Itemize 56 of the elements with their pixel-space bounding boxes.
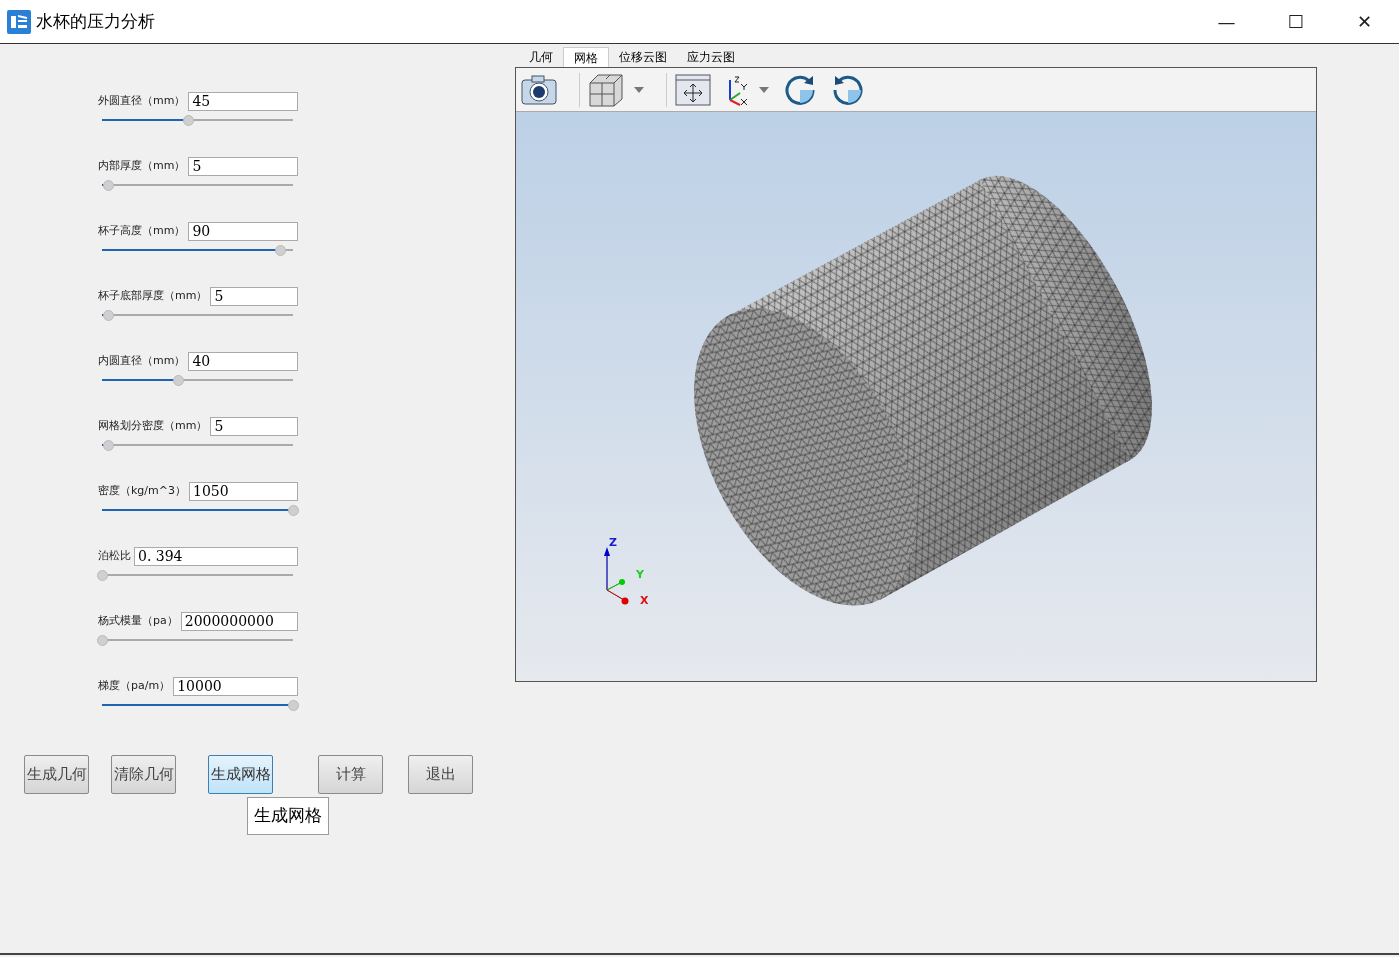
field-label: 杯子底部厚度（mm） (98, 287, 208, 304)
tooltip: 生成网格 (247, 797, 329, 835)
slider-thumb[interactable] (97, 570, 108, 581)
field-label: 内圆直径（mm） (98, 352, 186, 369)
action-button[interactable]: 生成几何 (24, 755, 89, 794)
slider-thumb[interactable] (288, 700, 299, 711)
slider-thumb[interactable] (182, 115, 194, 126)
field-label: 网格划分密度（mm） (98, 417, 208, 434)
slider-thumb[interactable] (102, 440, 114, 451)
maximize-button[interactable]: ☐ (1261, 0, 1330, 44)
tab[interactable]: 网格 (563, 47, 609, 67)
cube-icon (588, 72, 624, 107)
action-button[interactable]: 退出 (408, 755, 473, 794)
camera-icon (521, 74, 557, 105)
fit-view-button[interactable] (675, 73, 711, 106)
value-field[interactable]: 5 (210, 286, 298, 306)
axis-label: X (640, 595, 649, 606)
app-icon (7, 9, 31, 34)
slider-thumb[interactable] (274, 245, 286, 256)
action-button[interactable]: 生成网格 (208, 755, 273, 794)
field-label: 梯度（pa/m） (98, 677, 171, 694)
field-label: 内部厚度（mm） (98, 157, 186, 174)
field-label: 外圆直径（mm） (98, 92, 186, 109)
tab[interactable]: 应力云图 (677, 47, 745, 67)
slider-thumb[interactable] (102, 310, 114, 321)
window-title: 水杯的压力分析 (36, 9, 155, 33)
value-field[interactable]: 45 (188, 91, 298, 111)
slider-thumb[interactable] (102, 180, 114, 191)
field-label: 杯子高度（mm） (98, 222, 186, 239)
slider-thumb[interactable] (288, 505, 299, 516)
3d-viewport[interactable]: Z Y X (516, 112, 1316, 681)
axis-label: Y (636, 569, 644, 580)
value-field[interactable]: 0. 394 (134, 546, 298, 566)
value-field[interactable]: 5 (210, 416, 298, 436)
close-button[interactable]: ✕ (1330, 0, 1399, 44)
field-label: 泊松比 (98, 547, 131, 564)
value-field[interactable]: 40 (188, 351, 298, 371)
value-field[interactable]: 2000000000 (180, 611, 298, 631)
slider-thumb[interactable] (173, 375, 185, 386)
slider-thumb[interactable] (97, 635, 108, 646)
field-label: 密度（kg/m^3） (98, 482, 186, 499)
action-button[interactable]: 清除几何 (111, 755, 176, 794)
value-field[interactable]: 1050 (189, 481, 298, 501)
action-button[interactable]: 计算 (318, 755, 383, 794)
cube-button[interactable] (588, 72, 644, 107)
minimize-button[interactable]: — (1192, 0, 1261, 44)
axis-triad-drawing (603, 546, 629, 606)
value-field[interactable]: 90 (188, 221, 298, 241)
tab[interactable]: 几何 (519, 47, 563, 67)
value-field[interactable]: 10000 (173, 676, 298, 696)
value-field[interactable]: 5 (188, 156, 298, 176)
fit-view-icon (675, 73, 711, 106)
field-label: 杨式模量（pa） (98, 612, 178, 629)
camera-button[interactable] (521, 74, 557, 105)
tab[interactable]: 位移云图 (609, 47, 677, 67)
axis-label: Z (609, 537, 617, 548)
